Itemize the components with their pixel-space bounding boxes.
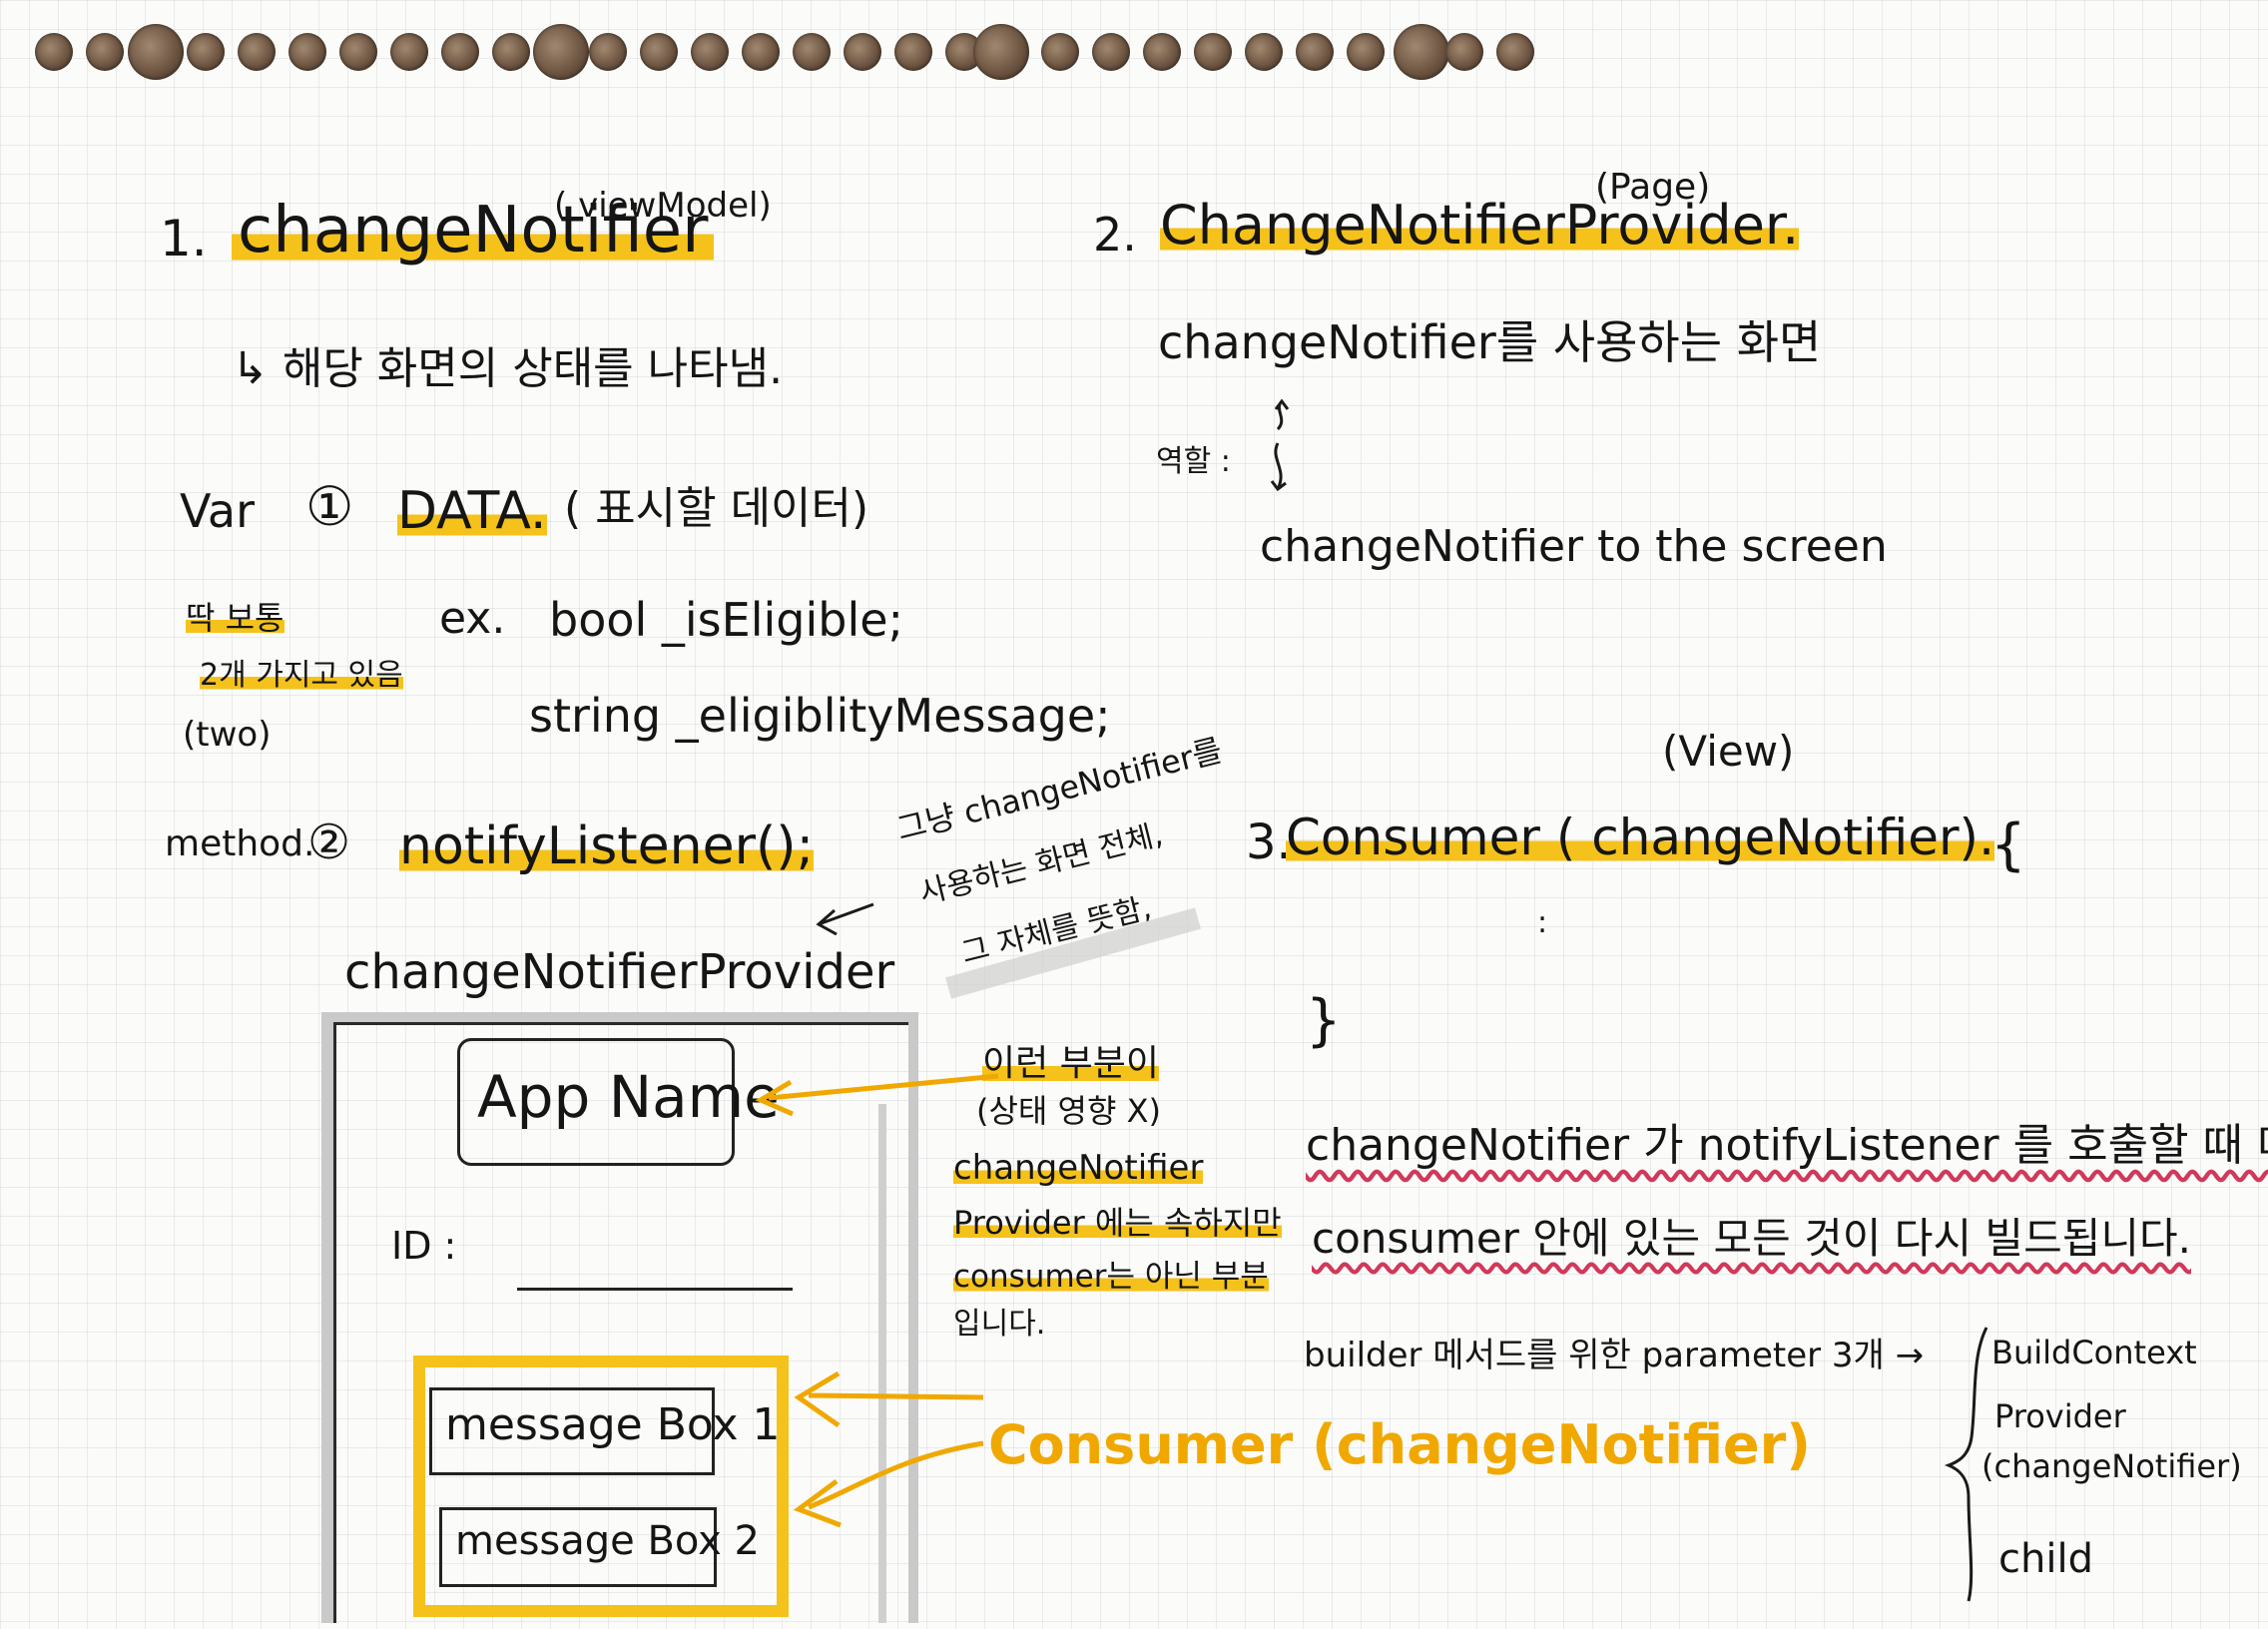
params-bracket-icon	[1944, 1327, 1988, 1602]
provider-note-arrow-icon	[816, 902, 874, 936]
consumer-arrow-1-icon	[794, 1370, 984, 1428]
consumer-arrow-2-icon	[793, 1440, 984, 1528]
role-arrow-up-icon	[1274, 398, 1290, 431]
app-name-arrow-icon	[755, 1073, 999, 1117]
ink-strokes	[755, 398, 1988, 1602]
provider-note-shade	[945, 907, 1201, 999]
role-arrow-down-icon	[1270, 442, 1287, 492]
